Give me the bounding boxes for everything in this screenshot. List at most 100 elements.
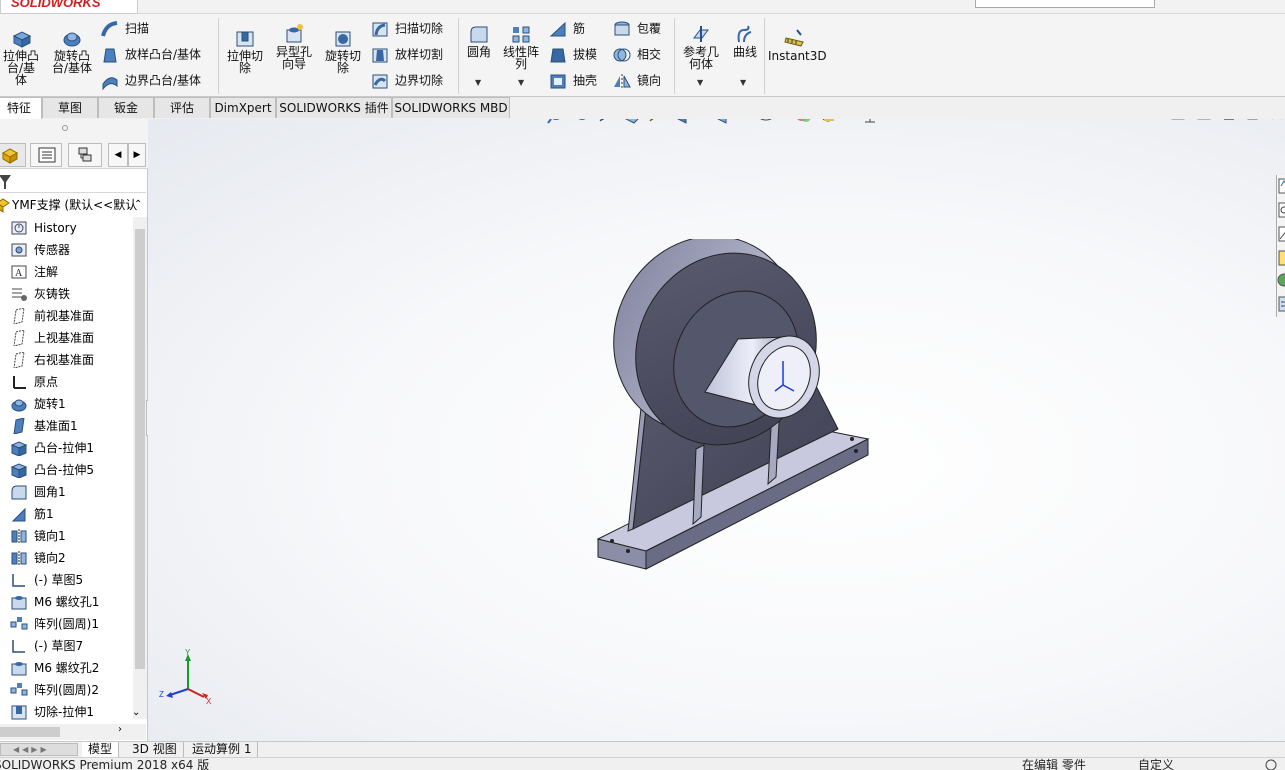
extrude-cut-button[interactable]: 拉伸切除 bbox=[222, 28, 268, 74]
tab-sketch[interactable]: 草图 bbox=[42, 97, 98, 118]
tree-item[interactable]: 右视基准面 bbox=[0, 349, 133, 371]
tree-item[interactable]: 阵列(圆周)1 bbox=[0, 613, 133, 635]
file-explorer-icon[interactable] bbox=[1278, 226, 1285, 242]
tree-item[interactable]: 镜向2 bbox=[0, 547, 133, 569]
appearances-icon[interactable] bbox=[1277, 273, 1285, 287]
curves-dropdown-arrow[interactable]: ▼ bbox=[740, 78, 746, 87]
tree-hscrollbar[interactable]: › bbox=[0, 724, 146, 740]
help-icon[interactable] bbox=[1262, 759, 1280, 770]
tree-item[interactable]: 筋1 bbox=[0, 503, 133, 525]
tree-scroll-down-icon[interactable]: ⌄ bbox=[132, 707, 140, 718]
tree-item[interactable]: 前视基准面 bbox=[0, 305, 133, 327]
section-view-icon[interactable] bbox=[625, 119, 642, 124]
tab-scroll-left-button[interactable]: ◀ bbox=[108, 143, 128, 167]
custom-properties-icon[interactable] bbox=[1278, 296, 1285, 312]
graphics-viewport[interactable]: ▼ ▼ ▼ ▼ ▼ bbox=[148, 119, 1285, 741]
tab-dimxpert[interactable]: DimXpert bbox=[210, 97, 276, 118]
tree-scroll-right-icon[interactable]: › bbox=[118, 724, 122, 735]
tree-scroll-up-icon[interactable]: ⌃ bbox=[134, 195, 142, 215]
hide-show-items-icon[interactable] bbox=[758, 119, 774, 121]
bottom-tab-motion-study[interactable]: 运动算例 1 bbox=[186, 742, 259, 758]
bearing-support-model[interactable] bbox=[588, 239, 878, 579]
lofted-cut-button[interactable]: 放样切割 bbox=[370, 44, 443, 64]
tab-sheet-metal[interactable]: 钣金 bbox=[98, 97, 154, 118]
draft-button[interactable]: 拔模 bbox=[548, 44, 597, 64]
pattern-dropdown-arrow[interactable]: ▼ bbox=[518, 78, 524, 87]
tree-item[interactable]: (-) 草图7 bbox=[0, 635, 133, 657]
loft-button[interactable]: 放样凸台/基体 bbox=[100, 44, 201, 64]
tree-item[interactable]: 镜向1 bbox=[0, 525, 133, 547]
tab-evaluate[interactable]: 评估 bbox=[154, 97, 210, 118]
view-palette-icon[interactable] bbox=[1278, 250, 1285, 266]
bottom-tab-3d-view[interactable]: 3D 视图 bbox=[126, 742, 184, 758]
curves-button[interactable]: 曲线 bbox=[728, 24, 762, 58]
bottom-tab-model[interactable]: 模型 bbox=[82, 742, 120, 758]
tree-item[interactable]: 旋转1 bbox=[0, 393, 133, 415]
display-style-icon[interactable] bbox=[717, 119, 734, 124]
boundary-boss-button[interactable]: 边界凸台/基体 bbox=[100, 70, 201, 90]
extrude-boss-icon bbox=[12, 31, 32, 48]
boundary-cut-button[interactable]: 边界切除 bbox=[370, 70, 443, 90]
tab-solidworks-addins[interactable]: SOLIDWORKS 插件 bbox=[276, 97, 392, 118]
edit-appearance-icon[interactable] bbox=[795, 119, 811, 122]
revolve-boss-button[interactable]: 旋转凸台/基体 bbox=[48, 28, 96, 74]
rib-button[interactable]: 筋 bbox=[548, 18, 585, 38]
tab-features[interactable]: 特征 bbox=[0, 97, 42, 119]
extrude-boss-button[interactable]: 拉伸凸台/基体 bbox=[0, 28, 42, 86]
revolve-feature-icon bbox=[11, 399, 27, 412]
apply-scene-icon[interactable] bbox=[821, 119, 835, 122]
tree-item[interactable]: M6 螺纹孔2 bbox=[0, 657, 133, 679]
revolve-cut-button[interactable]: 旋转切除 bbox=[320, 28, 366, 74]
swept-cut-button[interactable]: 扫描切除 bbox=[370, 18, 443, 38]
zoom-to-fit-icon[interactable] bbox=[547, 119, 562, 124]
tree-item[interactable]: 切除-拉伸1 bbox=[0, 701, 133, 723]
tree-scrollbar[interactable] bbox=[133, 217, 147, 719]
search-box[interactable] bbox=[975, 0, 1155, 8]
property-manager-tab[interactable] bbox=[30, 143, 62, 167]
instant3d-button[interactable]: Instant3D bbox=[768, 28, 827, 62]
tab-solidworks-mbd[interactable]: SOLIDWORKS MBD bbox=[392, 97, 510, 118]
wrap-button[interactable]: 包覆 bbox=[612, 18, 661, 38]
tree-item[interactable]: A 注解 bbox=[0, 261, 133, 283]
shell-icon bbox=[550, 74, 566, 88]
tree-item[interactable]: 上视基准面 bbox=[0, 327, 133, 349]
tree-item[interactable]: M6 螺纹孔1 bbox=[0, 591, 133, 613]
mirror-button[interactable]: 镜向 bbox=[612, 70, 661, 90]
tree-root-row[interactable]: YMF支撑 (默认<<默认 ⌃ bbox=[0, 195, 146, 215]
tree-filter-bar[interactable] bbox=[0, 169, 146, 193]
configuration-manager-tab[interactable] bbox=[68, 143, 102, 167]
tab-navigation-buttons[interactable]: ◀◀▶▶ bbox=[0, 743, 78, 756]
tree-hscrollbar-thumb[interactable] bbox=[0, 727, 60, 737]
sweep-button[interactable]: 扫描 bbox=[100, 18, 149, 38]
tree-item[interactable]: 阵列(圆周)2 bbox=[0, 679, 133, 701]
view-orientation-icon[interactable] bbox=[677, 119, 694, 124]
tree-item[interactable]: 灰铸铁 bbox=[0, 283, 133, 305]
tree-item[interactable]: 原点 bbox=[0, 371, 133, 393]
feature-tree-tab[interactable] bbox=[0, 143, 26, 167]
tree-item[interactable]: 传感器 bbox=[0, 239, 133, 261]
ref-geometry-dropdown-arrow[interactable]: ▼ bbox=[697, 78, 703, 87]
fillet-button[interactable]: 圆角 bbox=[462, 24, 496, 58]
intersect-button[interactable]: 相交 bbox=[612, 44, 661, 64]
panel-grip-icon[interactable] bbox=[62, 125, 68, 131]
shell-button[interactable]: 抽壳 bbox=[548, 70, 597, 90]
design-library-icon[interactable] bbox=[1278, 202, 1285, 218]
tree-item[interactable]: 圆角1 bbox=[0, 481, 133, 503]
tree-item[interactable]: (-) 草图5 bbox=[0, 569, 133, 591]
tree-item[interactable]: 凸台-拉伸1 bbox=[0, 437, 133, 459]
tree-item[interactable]: 基准面1 bbox=[0, 415, 133, 437]
tree-item[interactable]: History bbox=[0, 217, 133, 239]
solidworks-resources-icon[interactable] bbox=[1278, 178, 1285, 194]
hole-wizard-button[interactable]: 异型孔向导 bbox=[270, 24, 318, 70]
reference-geometry-button[interactable]: 参考几何体 bbox=[678, 24, 724, 70]
linear-pattern-button[interactable]: 线性阵列 bbox=[500, 24, 542, 70]
status-units[interactable]: 自定义 bbox=[1138, 758, 1174, 770]
view-settings-icon[interactable] bbox=[862, 119, 878, 123]
tab-scroll-right-button[interactable]: ▶ bbox=[128, 143, 146, 167]
dynamic-annotation-icon[interactable] bbox=[649, 119, 664, 122]
solidworks-logo[interactable]: SOLIDWORKS bbox=[0, 0, 138, 14]
tree-scrollbar-thumb[interactable] bbox=[135, 229, 145, 669]
tree-item[interactable]: 凸台-拉伸5 bbox=[0, 459, 133, 481]
previous-view-icon[interactable] bbox=[599, 119, 614, 122]
fillet-dropdown-arrow[interactable]: ▼ bbox=[475, 78, 481, 87]
